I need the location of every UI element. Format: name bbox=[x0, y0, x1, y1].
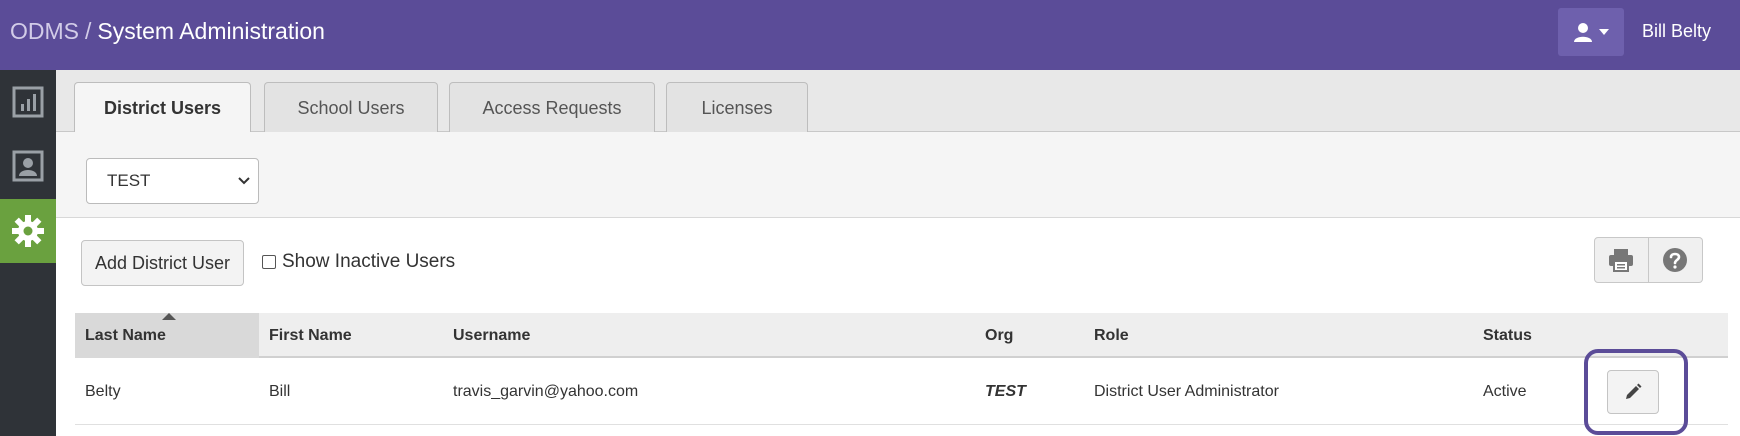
breadcrumb-separator: / bbox=[85, 18, 92, 44]
sidebar bbox=[0, 70, 56, 436]
print-icon bbox=[1609, 249, 1634, 272]
tab-access-requests[interactable]: Access Requests bbox=[449, 82, 655, 133]
cell-first-name: Bill bbox=[269, 383, 291, 400]
org-select[interactable]: TEST bbox=[86, 158, 259, 204]
breadcrumb: ODMS / System Administration bbox=[10, 0, 325, 62]
help-button[interactable] bbox=[1648, 237, 1703, 283]
col-username[interactable]: Username bbox=[443, 313, 975, 358]
sidebar-item-profile[interactable] bbox=[0, 134, 56, 198]
cell-status: Active bbox=[1483, 383, 1527, 400]
tab-licenses[interactable]: Licenses bbox=[666, 82, 808, 133]
edit-user-button[interactable] bbox=[1607, 370, 1659, 414]
user-icon bbox=[1574, 23, 1592, 42]
show-inactive-label: Show Inactive Users bbox=[282, 251, 456, 272]
cell-last-name: Belty bbox=[85, 383, 121, 400]
filter-bar: TEST bbox=[56, 132, 1740, 218]
page-title: System Administration bbox=[97, 18, 325, 44]
app-name-link[interactable]: ODMS bbox=[10, 18, 79, 44]
cell-role: District User Administrator bbox=[1094, 383, 1279, 400]
pencil-icon bbox=[1626, 383, 1642, 399]
table-actions bbox=[1594, 237, 1703, 283]
chevron-down-icon bbox=[238, 177, 250, 185]
cell-username: travis_garvin@yahoo.com bbox=[453, 383, 639, 400]
top-navbar: ODMS / System Administration Bill Belty bbox=[0, 0, 1740, 70]
show-inactive-checkbox[interactable] bbox=[262, 255, 276, 269]
sidebar-item-settings[interactable] bbox=[0, 199, 56, 263]
col-role[interactable]: Role bbox=[1084, 313, 1474, 358]
col-last-name[interactable]: Last Name bbox=[75, 313, 259, 358]
user-menu-button[interactable] bbox=[1558, 8, 1624, 56]
bar-chart-icon bbox=[12, 86, 44, 118]
gear-icon bbox=[12, 215, 44, 247]
org-select-value: TEST bbox=[107, 171, 151, 190]
show-inactive-toggle[interactable]: Show Inactive Users bbox=[262, 248, 455, 276]
col-first-name[interactable]: First Name bbox=[259, 313, 443, 358]
sort-ascending-icon bbox=[162, 313, 176, 320]
cell-org: TEST bbox=[985, 383, 1026, 400]
user-profile-icon bbox=[12, 150, 44, 182]
col-last-name-label: Last Name bbox=[85, 327, 166, 344]
tab-school-users[interactable]: School Users bbox=[264, 82, 438, 133]
add-district-user-button[interactable]: Add District User bbox=[81, 240, 244, 286]
tab-district-users[interactable]: District Users bbox=[74, 82, 251, 134]
user-name[interactable]: Bill Belty bbox=[1642, 0, 1711, 62]
question-circle-icon bbox=[1663, 248, 1688, 272]
sidebar-item-reports[interactable] bbox=[0, 70, 56, 134]
print-button[interactable] bbox=[1594, 237, 1649, 283]
table-header: Last Name First Name Username Org Role S… bbox=[75, 313, 1728, 358]
caret-down-icon bbox=[1599, 29, 1609, 35]
table-row: Belty Bill travis_garvin@yahoo.com TEST … bbox=[75, 359, 1728, 425]
tab-bar: District Users School Users Access Reque… bbox=[56, 70, 1740, 134]
col-org[interactable]: Org bbox=[975, 313, 1085, 358]
